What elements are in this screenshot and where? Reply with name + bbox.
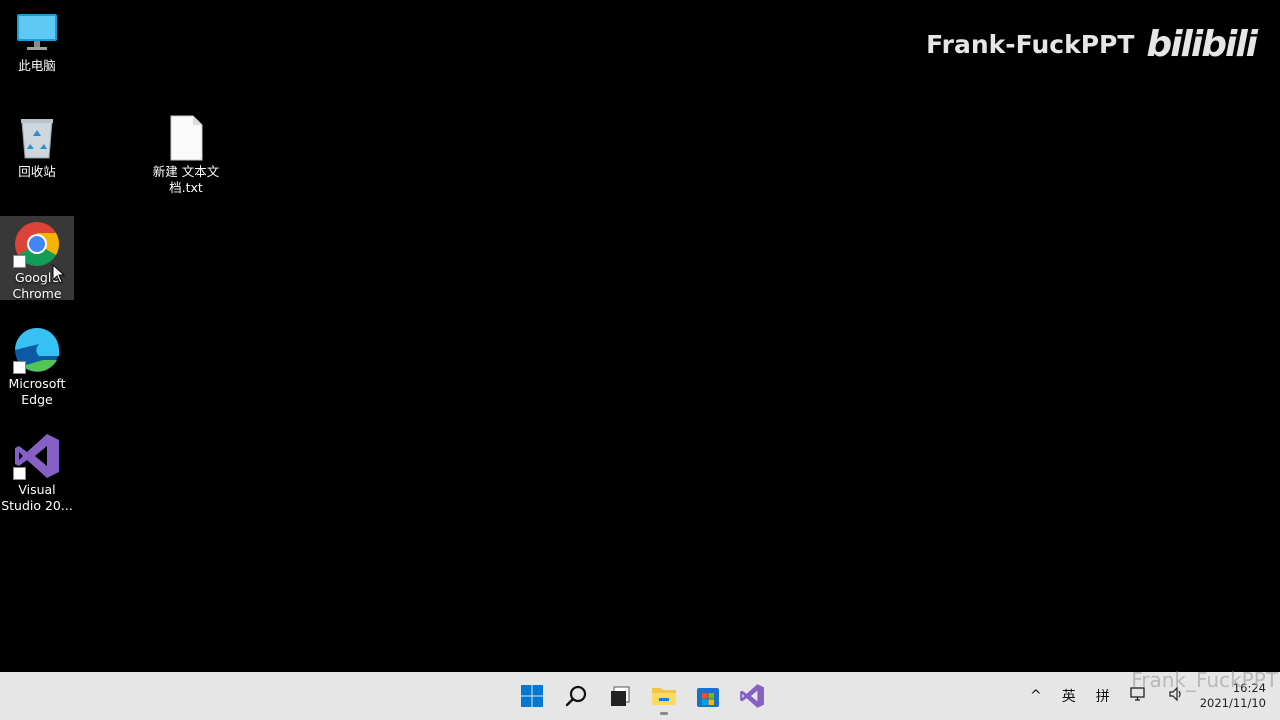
microsoft-store-button[interactable] bbox=[688, 676, 728, 716]
bilibili-logo: bilibili bbox=[1146, 24, 1258, 65]
desktop-icon-text-file[interactable]: 新建 文本文档.txt bbox=[149, 110, 223, 196]
mouse-cursor-icon bbox=[52, 263, 66, 288]
shortcut-arrow-icon bbox=[13, 467, 26, 480]
edge-icon bbox=[13, 326, 61, 374]
desktop-icon-recycle-bin[interactable]: 回收站 bbox=[0, 110, 74, 180]
start-icon bbox=[521, 685, 543, 707]
desktop-icon-visual-studio[interactable]: Visual Studio 20... bbox=[0, 428, 74, 514]
task-view-icon bbox=[611, 686, 630, 706]
text-file-icon bbox=[162, 114, 210, 162]
desktop-icon-label: 新建 文本文档.txt bbox=[152, 164, 220, 195]
ime-mode-indicator[interactable]: 拼 bbox=[1086, 686, 1120, 706]
input-language-indicator[interactable]: 英 bbox=[1052, 686, 1086, 706]
this-pc-icon bbox=[13, 8, 61, 56]
running-indicator bbox=[660, 712, 668, 715]
search-icon bbox=[565, 685, 587, 707]
desktop-icon-label: Visual Studio 20... bbox=[1, 482, 73, 513]
clock-date: 2021/11/10 bbox=[1199, 696, 1266, 710]
desktop-icon-this-pc[interactable]: 此电脑 bbox=[0, 4, 74, 74]
chrome-icon bbox=[13, 220, 61, 268]
file-explorer-button[interactable] bbox=[644, 676, 684, 716]
desktop-icon-label: 此电脑 bbox=[18, 58, 56, 73]
recycle-bin-icon bbox=[13, 114, 61, 162]
desktop-icon-edge[interactable]: Microsoft Edge bbox=[0, 322, 74, 408]
file-explorer-icon bbox=[652, 688, 676, 705]
show-hidden-icons-button[interactable]: ^ bbox=[1020, 688, 1052, 704]
visual-studio-icon bbox=[740, 684, 764, 708]
watermark: Frank-FuckPPT bilibili bbox=[926, 24, 1258, 65]
shortcut-arrow-icon bbox=[13, 361, 26, 374]
taskbar-apps bbox=[512, 676, 772, 716]
taskbar: ^ 英 拼 16:24 2021/11/10 bbox=[0, 672, 1280, 720]
search-button[interactable] bbox=[556, 676, 596, 716]
visual-studio-taskbar-button[interactable] bbox=[732, 676, 772, 716]
start-button[interactable] bbox=[512, 676, 552, 716]
task-view-button[interactable] bbox=[600, 676, 640, 716]
desktop-icon-label: Microsoft Edge bbox=[8, 376, 66, 407]
desktop: 此电脑 回收站 新建 文本文档.txt Google Chrome Micros… bbox=[0, 0, 1280, 672]
watermark-text: Frank-FuckPPT bbox=[926, 30, 1135, 59]
microsoft-store-icon bbox=[697, 688, 719, 707]
shortcut-arrow-icon bbox=[13, 255, 26, 268]
overlay-watermark: Frank_FuckPPT bbox=[1131, 668, 1278, 692]
desktop-icon-label: 回收站 bbox=[18, 164, 56, 179]
visual-studio-icon bbox=[13, 432, 61, 480]
